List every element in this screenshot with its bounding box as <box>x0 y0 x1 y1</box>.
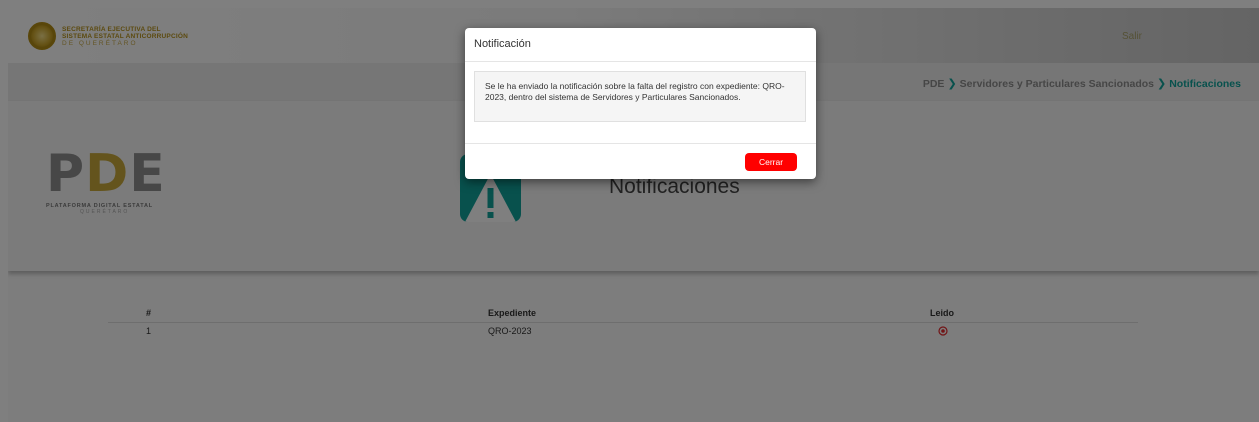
close-button[interactable]: Cerrar <box>745 153 797 171</box>
modal-message: Se le ha enviado la notificación sobre l… <box>485 81 785 102</box>
modal-title: Notificación <box>474 38 531 50</box>
modal-header: Notificación <box>465 28 816 62</box>
modal-footer: Cerrar <box>465 143 816 180</box>
notification-modal: Notificación Se le ha enviado la notific… <box>465 28 816 179</box>
modal-message-box: Se le ha enviado la notificación sobre l… <box>474 71 806 122</box>
